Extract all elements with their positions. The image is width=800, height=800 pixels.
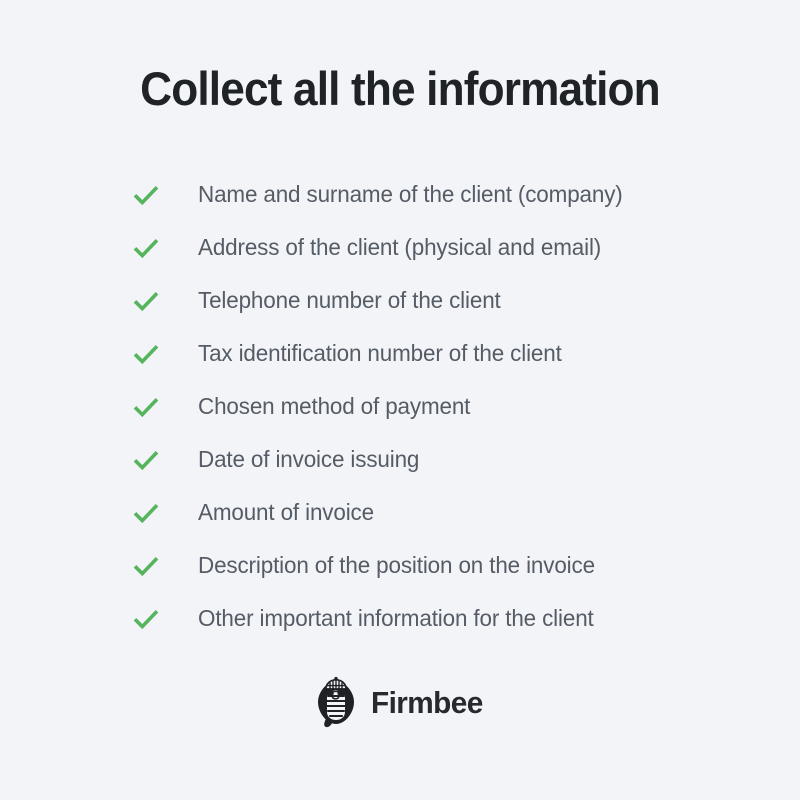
list-item: Address of the client (physical and emai… [133, 221, 733, 274]
poster-canvas: Collect all the information Name and sur… [0, 0, 800, 800]
list-item-label: Other important information for the clie… [198, 605, 594, 632]
list-item-label: Address of the client (physical and emai… [198, 234, 602, 261]
check-icon [133, 498, 163, 528]
list-item-label: Telephone number of the client [198, 287, 501, 314]
firmbee-bee-logo-icon [313, 676, 359, 728]
list-item-label: Date of invoice issuing [198, 446, 420, 473]
list-item: Name and surname of the client (company) [133, 168, 733, 221]
list-item: Date of invoice issuing [133, 433, 733, 486]
check-icon [133, 339, 163, 369]
list-item: Description of the position on the invoi… [133, 539, 733, 592]
list-item: Other important information for the clie… [133, 592, 733, 645]
list-item: Chosen method of payment [133, 380, 733, 433]
check-icon [133, 551, 163, 581]
list-item-label: Chosen method of payment [198, 393, 471, 420]
list-item: Tax identification number of the client [133, 327, 733, 380]
check-icon [133, 392, 163, 422]
list-item-label: Tax identification number of the client [198, 340, 562, 367]
check-icon [133, 445, 163, 475]
check-icon [133, 180, 163, 210]
page-title: Collect all the information [140, 62, 660, 115]
check-icon [133, 604, 163, 634]
firmbee-wordmark: Firmbee [370, 684, 483, 720]
list-item-label: Description of the position on the invoi… [198, 552, 595, 579]
footer-logo: Firmbee [0, 676, 800, 728]
list-item-label: Amount of invoice [198, 499, 374, 526]
checklist: Name and surname of the client (company)… [133, 168, 733, 645]
list-item: Telephone number of the client [133, 274, 733, 327]
check-icon [133, 233, 163, 263]
list-item-label: Name and surname of the client (company) [198, 181, 623, 208]
list-item: Amount of invoice [133, 486, 733, 539]
check-icon [133, 286, 163, 316]
